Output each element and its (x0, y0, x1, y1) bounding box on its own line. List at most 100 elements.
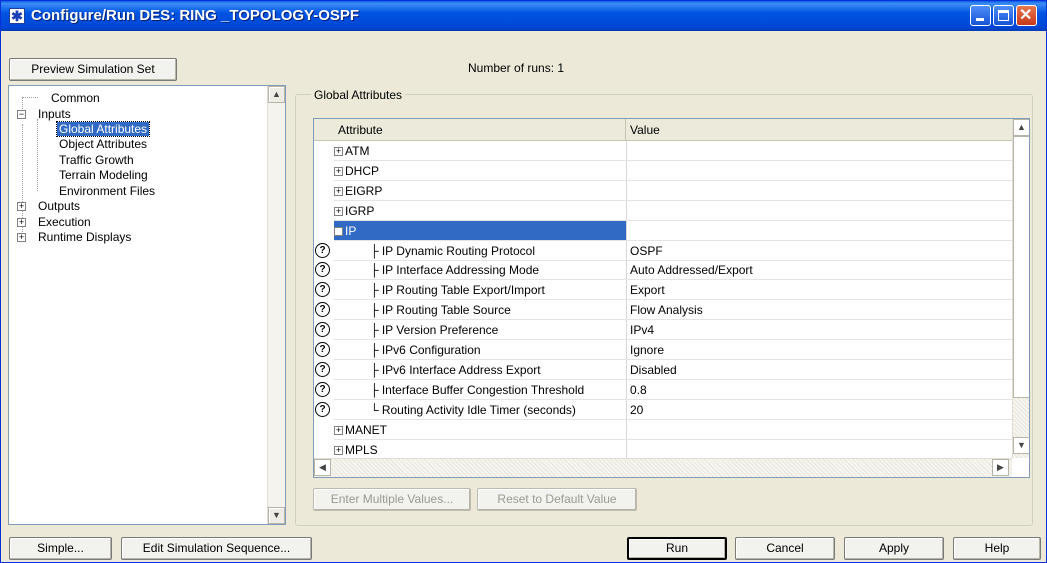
question-icon[interactable]: ? (315, 282, 330, 298)
minimize-button[interactable] (970, 5, 991, 26)
value-cell[interactable] (626, 200, 1012, 221)
value-cell[interactable]: 20 (626, 399, 1012, 420)
question-icon[interactable]: ? (315, 262, 330, 278)
question-icon[interactable]: ? (315, 381, 330, 397)
attribute-cell[interactable]: − IP (334, 220, 626, 241)
scroll-up-icon[interactable]: ▲ (1013, 119, 1029, 136)
run-button[interactable]: Run (627, 537, 727, 560)
question-icon[interactable]: ? (315, 361, 330, 377)
attribute-cell[interactable]: └ Routing Activity Idle Timer (seconds) (334, 400, 626, 420)
title-bar[interactable]: ✱ Configure/Run DES: RING _TOPOLOGY-OSPF… (1, 1, 1046, 31)
value-cell[interactable]: 0.8 (626, 379, 1012, 400)
maximize-button[interactable] (993, 5, 1014, 26)
tree-scrollbar[interactable]: ▲ ▼ (267, 86, 285, 524)
scroll-down-icon[interactable]: ▼ (268, 507, 285, 524)
attribute-cell[interactable]: ├ Interface Buffer Congestion Threshold (334, 380, 626, 400)
table-row[interactable]: + MANET (314, 419, 1012, 440)
question-icon[interactable]: ? (315, 302, 330, 318)
table-row[interactable]: + IGRP (314, 200, 1012, 221)
scroll-right-icon[interactable]: ▶ (992, 459, 1009, 476)
simple-button[interactable]: Simple... (9, 537, 112, 560)
table-row[interactable]: ? ├ Interface Buffer Congestion Threshold… (314, 379, 1012, 400)
tree-item-execution[interactable]: + Execution (17, 216, 91, 229)
attribute-cell[interactable]: + MANET (334, 420, 626, 440)
category-tree[interactable]: Common − Inputs Global Attributes Object … (8, 85, 286, 525)
expand-icon[interactable]: + (334, 207, 343, 217)
table-row[interactable]: ? ├ IP Routing Table Source Flow Analysis (314, 300, 1012, 321)
value-cell[interactable]: Ignore (626, 340, 1012, 360)
table-row[interactable]: ? ├ IPv6 Interface Address Export Disabled (314, 359, 1012, 380)
attribute-cell[interactable]: + ATM (334, 141, 626, 161)
value-cell[interactable] (626, 180, 1012, 201)
value-cell[interactable] (626, 141, 1012, 161)
table-row[interactable]: ? ├ IP Version Preference IPv4 (314, 320, 1012, 341)
attribute-cell[interactable]: ├ IP Routing Table Source (334, 300, 626, 320)
question-icon[interactable]: ? (315, 342, 330, 357)
tree-item-environment-files[interactable]: Environment Files (59, 185, 155, 198)
question-icon[interactable]: ? (315, 322, 330, 338)
value-cell[interactable] (626, 160, 1012, 181)
expand-icon[interactable]: + (17, 233, 26, 243)
grid-vertical-scrollbar[interactable]: ▲ ▼ (1012, 119, 1029, 458)
question-icon[interactable]: ? (315, 401, 330, 417)
attribute-cell[interactable]: + EIGRP (334, 181, 626, 201)
tree-item-common[interactable]: Common (37, 92, 100, 105)
column-header-value[interactable]: Value (626, 119, 1012, 141)
tree-item-runtime-displays[interactable]: + Runtime Displays (17, 231, 131, 244)
value-cell[interactable]: IPv4 (626, 320, 1012, 341)
table-row[interactable]: + ATM (314, 141, 1012, 161)
close-button[interactable]: ✕ (1016, 5, 1037, 26)
reset-default-value-button[interactable]: Reset to Default Value (477, 488, 637, 511)
tree-item-terrain-modeling[interactable]: Terrain Modeling (59, 169, 148, 182)
help-button[interactable]: Help (953, 537, 1041, 560)
scrollbar-thumb[interactable] (1013, 136, 1029, 398)
question-icon[interactable]: ? (315, 242, 330, 258)
attribute-cell[interactable]: ├ IP Dynamic Routing Protocol (334, 241, 626, 261)
attribute-grid[interactable]: Attribute Value + ATM + DHCP + EIGRP + IGRP − IP?… (313, 118, 1030, 478)
value-cell[interactable]: Export (626, 280, 1012, 301)
table-row[interactable]: ? ├ IP Dynamic Routing Protocol OSPF (314, 240, 1012, 261)
preview-simulation-set-button[interactable]: Preview Simulation Set (9, 58, 177, 81)
value-cell[interactable] (626, 439, 1012, 460)
expand-icon[interactable]: + (17, 202, 26, 212)
value-cell[interactable] (626, 220, 1012, 241)
attribute-cell[interactable]: ├ IP Interface Addressing Mode (334, 260, 626, 280)
tree-item-outputs[interactable]: + Outputs (17, 200, 80, 213)
table-row[interactable]: + MPLS (314, 439, 1012, 460)
collapse-icon[interactable]: − (17, 110, 26, 120)
value-cell[interactable] (626, 419, 1012, 440)
expand-icon[interactable]: + (334, 167, 343, 177)
attribute-cell[interactable]: ├ IPv6 Configuration (334, 340, 626, 360)
table-row[interactable]: − IP (314, 220, 1012, 241)
enter-multiple-values-button[interactable]: Enter Multiple Values... (313, 488, 471, 511)
attribute-cell[interactable]: ├ IP Routing Table Export/Import (334, 280, 626, 300)
attribute-cell[interactable]: + MPLS (334, 440, 626, 460)
table-row[interactable]: ? └ Routing Activity Idle Timer (seconds)… (314, 399, 1012, 420)
value-cell[interactable]: OSPF (626, 240, 1012, 261)
expand-icon[interactable]: + (334, 445, 343, 455)
table-row[interactable]: ? ├ IP Routing Table Export/Import Export (314, 280, 1012, 301)
scroll-up-icon[interactable]: ▲ (268, 86, 285, 103)
expand-icon[interactable]: + (17, 218, 26, 228)
apply-button[interactable]: Apply (844, 537, 944, 560)
expand-icon[interactable]: + (334, 147, 343, 157)
expand-icon[interactable]: + (334, 187, 343, 197)
edit-simulation-sequence-button[interactable]: Edit Simulation Sequence... (121, 537, 312, 560)
attribute-cell[interactable]: ├ IPv6 Interface Address Export (334, 360, 626, 380)
scroll-down-icon[interactable]: ▼ (1013, 437, 1029, 454)
attribute-cell[interactable]: + IGRP (334, 201, 626, 221)
expand-icon[interactable]: + (334, 425, 343, 435)
table-row[interactable]: ? ├ IPv6 Configuration Ignore (314, 340, 1012, 360)
grid-horizontal-scrollbar[interactable]: ◀ ▶ (314, 458, 1012, 477)
value-cell[interactable]: Disabled (626, 359, 1012, 380)
cancel-button[interactable]: Cancel (735, 537, 835, 560)
tree-item-inputs[interactable]: − Inputs (17, 108, 71, 121)
collapse-icon[interactable]: − (334, 226, 343, 236)
attribute-cell[interactable]: + DHCP (334, 161, 626, 181)
tree-item-global-attributes[interactable]: Global Attributes (55, 121, 151, 137)
tree-item-object-attributes[interactable]: Object Attributes (59, 138, 147, 151)
value-cell[interactable]: Auto Addressed/Export (626, 260, 1012, 281)
tree-item-traffic-growth[interactable]: Traffic Growth (59, 154, 134, 167)
column-header-attribute[interactable]: Attribute (334, 119, 626, 141)
table-row[interactable]: + DHCP (314, 160, 1012, 181)
